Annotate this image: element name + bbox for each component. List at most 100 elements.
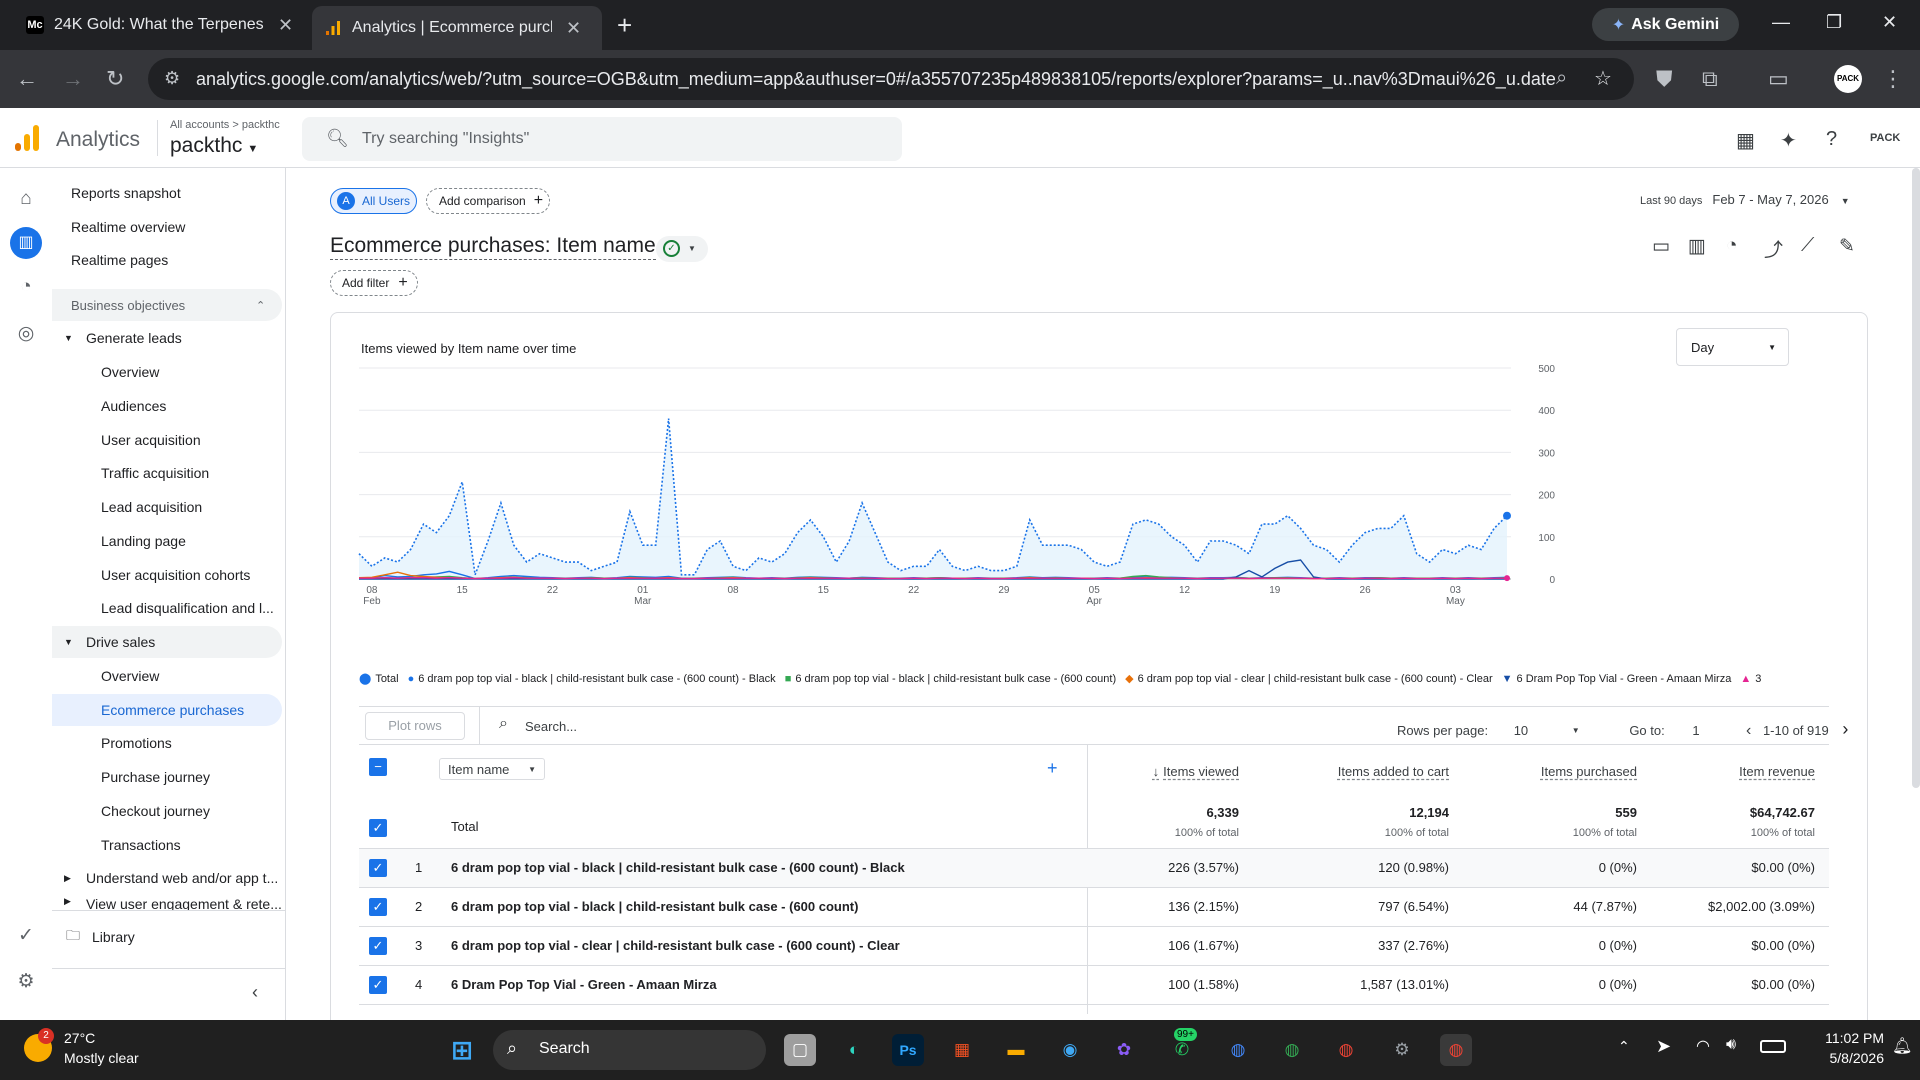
- search-input[interactable]: 🔍︎ Try searching "Insights": [302, 117, 902, 161]
- browser-tab-2[interactable]: Analytics | Ecommerce purchase ✕: [312, 6, 602, 50]
- column-header-items-viewed[interactable]: ↓ Items viewed: [1153, 764, 1239, 779]
- notifications-bell-icon[interactable]: 🔔︎: [1892, 1036, 1912, 1056]
- close-window-icon[interactable]: ✕: [1882, 12, 1897, 33]
- zoom-icon[interactable]: ⌕: [1556, 67, 1567, 90]
- clock-time[interactable]: 11:02 PM: [1804, 1030, 1884, 1046]
- windows-start-icon[interactable]: ⊞: [446, 1034, 478, 1066]
- legend-item[interactable]: ◆ 6 dram pop top vial - clear | child-res…: [1125, 673, 1492, 685]
- segment-chip-all-users[interactable]: A All Users: [330, 188, 417, 214]
- chrome-profile-icon[interactable]: ◍: [1276, 1034, 1308, 1066]
- new-tab-icon[interactable]: +: [617, 10, 632, 41]
- admin-gear-icon[interactable]: ⚙: [14, 970, 38, 994]
- column-header-items-added-to-cart[interactable]: Items added to cart: [1338, 764, 1449, 779]
- account-breadcrumb[interactable]: All accounts > packthc: [170, 119, 280, 131]
- page-scrollbar[interactable]: [1912, 168, 1920, 788]
- address-bar[interactable]: ⚙ analytics.google.com/analytics/web/?ut…: [148, 58, 1634, 100]
- column-header-item-revenue[interactable]: Item revenue: [1739, 764, 1815, 779]
- copilot-icon[interactable]: ◐: [838, 1034, 870, 1066]
- chrome-profile-icon[interactable]: ◍: [1222, 1034, 1254, 1066]
- battery-icon[interactable]: [1760, 1040, 1786, 1053]
- edit-pencil-icon[interactable]: ✎: [1839, 235, 1855, 258]
- reports-icon[interactable]: ▥: [10, 227, 42, 259]
- total-row-checkbox[interactable]: ✓: [369, 819, 387, 837]
- browser-tab-1[interactable]: Mc 24K Gold: What the Terpenes Te ✕: [14, 8, 305, 42]
- compare-columns-icon[interactable]: ▥: [1688, 235, 1706, 258]
- bookmark-star-icon[interactable]: ☆: [1594, 66, 1612, 91]
- profile-avatar[interactable]: PACK: [1834, 65, 1862, 93]
- insights-sparkle-icon[interactable]: ✦: [1780, 128, 1797, 153]
- nav-checkout-journey[interactable]: Checkout journey: [52, 795, 282, 827]
- apps-grid-icon[interactable]: ▦: [1736, 128, 1755, 153]
- restore-icon[interactable]: ❐: [1826, 12, 1842, 33]
- legend-item[interactable]: ▲ 3: [1740, 673, 1761, 685]
- app-name[interactable]: Analytics: [56, 128, 140, 152]
- add-dimension-icon[interactable]: +: [1047, 758, 1058, 779]
- clock-date[interactable]: 5/8/2026: [1804, 1050, 1885, 1066]
- nav-library[interactable]: 🗀 Library: [52, 921, 282, 953]
- extension-shield-icon[interactable]: ⛊: [1656, 66, 1673, 92]
- plot-rows-button[interactable]: Plot rows: [365, 712, 465, 740]
- checklist-icon[interactable]: ✓: [14, 924, 38, 948]
- chrome-icon[interactable]: ◍: [1330, 1034, 1362, 1066]
- line-chart[interactable]: 0100200300400500 08Feb15 22 01Mar08 15 22 29 0…: [331, 353, 1869, 673]
- legend-item[interactable]: ● 6 dram pop top vial - black | child-res…: [408, 673, 776, 685]
- collapse-sidebar-icon[interactable]: ‹: [252, 982, 258, 1003]
- table-row[interactable]: ✓ 3 6 dram pop top vial - clear | child-…: [359, 927, 1829, 965]
- account-avatar[interactable]: PACK: [1870, 132, 1900, 144]
- nav-group-understand-web-app[interactable]: ▶ Understand web and/or app t...: [52, 862, 282, 894]
- nav-group-user-engagement[interactable]: ▶ View user engagement & rete...: [52, 896, 282, 910]
- dimension-selector[interactable]: Item name ▼: [439, 758, 545, 780]
- nav-traffic-acquisition[interactable]: Traffic acquisition: [52, 457, 282, 489]
- more-menu-icon[interactable]: ⋮: [1882, 66, 1904, 92]
- table-search-input[interactable]: Search...: [525, 719, 577, 734]
- nav-group-drive-sales[interactable]: ▼ Drive sales: [52, 626, 282, 658]
- weather-temperature[interactable]: 27°C: [64, 1030, 95, 1046]
- chevron-up-icon[interactable]: ⌃: [1618, 1038, 1630, 1055]
- prev-page-icon[interactable]: ‹: [1746, 722, 1751, 739]
- trend-icon[interactable]: ⟋: [1801, 235, 1814, 257]
- nav-user-acquisition[interactable]: User acquisition: [52, 424, 282, 456]
- nav-overview[interactable]: Overview: [52, 356, 282, 388]
- nav-lead-disqualification[interactable]: Lead disqualification and l...: [52, 592, 282, 624]
- close-tab-icon[interactable]: ✕: [566, 18, 581, 39]
- add-comparison-button[interactable]: Add comparison +: [426, 188, 550, 214]
- taskbar-search[interactable]: ⌕ Search: [493, 1030, 766, 1070]
- rows-per-page-select[interactable]: 10 ▼: [1514, 723, 1580, 738]
- row-checkbox[interactable]: ✓: [369, 976, 387, 994]
- nav-reports-snapshot[interactable]: Reports snapshot: [52, 177, 282, 209]
- forward-icon[interactable]: →: [62, 66, 84, 92]
- ask-gemini-button[interactable]: ✦ Ask Gemini: [1592, 8, 1739, 41]
- nav-section-business-objectives[interactable]: Business objectives ⌃: [52, 289, 282, 321]
- nav-landing-page[interactable]: Landing page: [52, 525, 282, 557]
- nav-group-generate-leads[interactable]: ▼ Generate leads: [52, 322, 282, 354]
- advertising-icon[interactable]: ◎: [14, 322, 38, 346]
- volume-icon[interactable]: 🔊︎: [1726, 1036, 1736, 1054]
- chrome-active-icon[interactable]: ◍: [1440, 1034, 1472, 1066]
- nav-transactions[interactable]: Transactions: [52, 829, 282, 861]
- report-status-dropdown[interactable]: ✓ ▼: [656, 236, 708, 262]
- explore-icon[interactable]: ◔: [14, 276, 38, 300]
- nav-purchase-journey[interactable]: Purchase journey: [52, 761, 282, 793]
- home-icon[interactable]: ⌂: [14, 188, 38, 212]
- select-all-checkbox[interactable]: −: [369, 758, 387, 776]
- insights-icon[interactable]: ◔: [1726, 235, 1737, 257]
- goto-input[interactable]: 1: [1692, 723, 1732, 738]
- site-info-icon[interactable]: ⚙: [164, 68, 180, 89]
- settings-gear-icon[interactable]: ⚙: [1386, 1034, 1418, 1066]
- nav-overview[interactable]: Overview: [52, 660, 282, 692]
- legend-item[interactable]: ⬤ Total: [359, 673, 399, 685]
- nav-ecommerce-purchases[interactable]: Ecommerce purchases: [52, 694, 282, 726]
- account-selector[interactable]: packthc ▼: [170, 134, 258, 158]
- share-icon[interactable]: ⤴: [1764, 235, 1783, 262]
- add-filter-button[interactable]: Add filter +: [330, 270, 418, 296]
- location-arrow-icon[interactable]: ➤: [1656, 1036, 1671, 1057]
- edge-icon[interactable]: ◉: [1054, 1034, 1086, 1066]
- legend-item[interactable]: ▼ 6 Dram Pop Top Vial - Green - Amaan Mir…: [1502, 673, 1732, 685]
- back-icon[interactable]: ←: [16, 66, 38, 92]
- file-explorer-icon[interactable]: ▬: [1000, 1034, 1032, 1066]
- extensions-icon[interactable]: ⧉: [1702, 66, 1718, 92]
- nav-user-acquisition-cohorts[interactable]: User acquisition cohorts: [52, 559, 282, 591]
- row-checkbox[interactable]: ✓: [369, 898, 387, 916]
- nav-realtime-overview[interactable]: Realtime overview: [52, 211, 282, 243]
- legend-item[interactable]: ■ 6 dram pop top vial - black | child-res…: [785, 673, 1116, 685]
